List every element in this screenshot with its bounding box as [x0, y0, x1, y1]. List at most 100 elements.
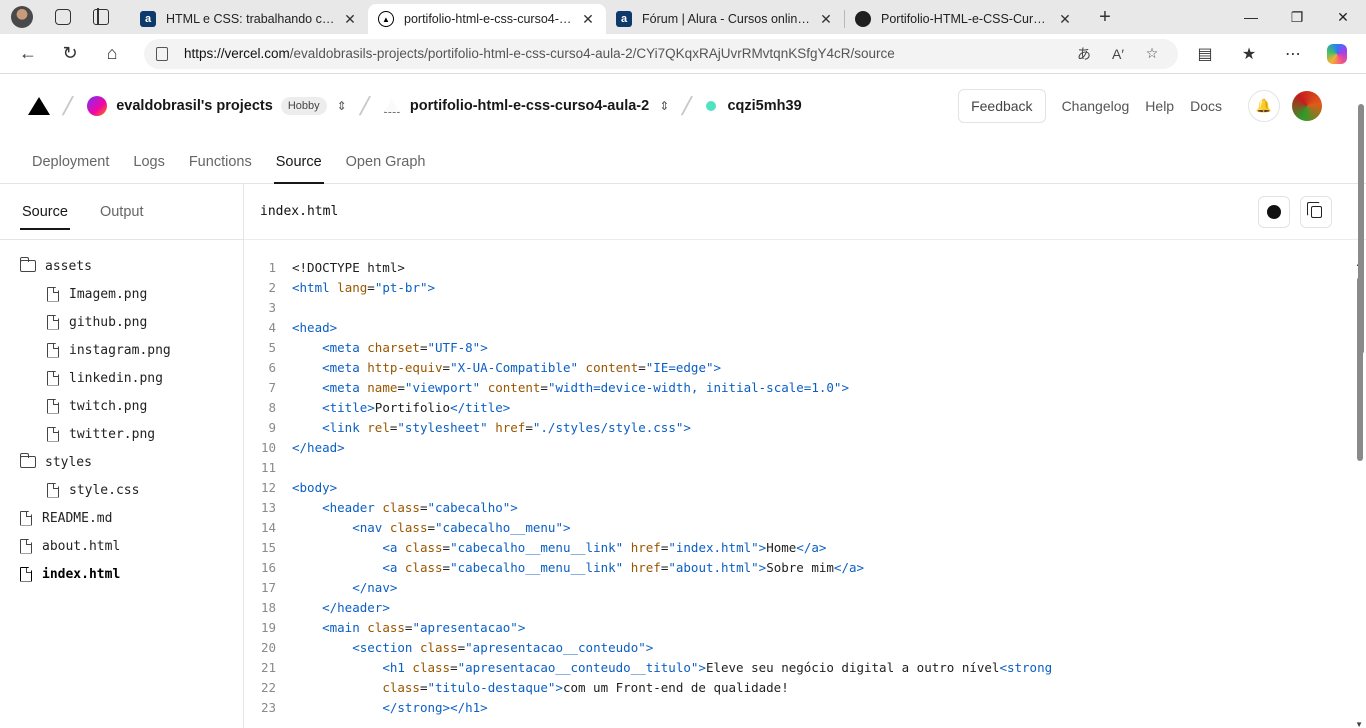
- team-name[interactable]: evaldobrasil's projects: [116, 98, 273, 114]
- page-scrollbar[interactable]: [1356, 94, 1364, 454]
- favorites-icon[interactable]: ★: [1232, 40, 1266, 68]
- team-switcher-chevron-icon[interactable]: ⇕: [337, 99, 347, 113]
- code-text: <nav class="cabecalho__menu">: [352, 519, 571, 535]
- file-icon: [47, 370, 59, 386]
- line-number: 6: [268, 359, 276, 375]
- browser-tabs: a HTML e CSS: trabalhando com res ✕ ▲ portif…: [130, 0, 1083, 34]
- close-window-button[interactable]: ✕: [1320, 0, 1366, 34]
- browser-left-controls: [0, 0, 130, 34]
- code-text: <meta name="viewport" content="width=dev…: [322, 379, 849, 395]
- tab-output[interactable]: Output: [100, 184, 144, 240]
- file-icon: [47, 426, 59, 442]
- browser-tab-bar: a HTML e CSS: trabalhando com res ✕ ▲ portif…: [0, 0, 1366, 34]
- line-number: 4: [268, 319, 276, 335]
- new-tab-button[interactable]: +: [1091, 6, 1119, 29]
- code-text: </strong></h1>: [382, 699, 488, 715]
- tree-item-label: style.css: [69, 482, 140, 498]
- tab-functions[interactable]: Functions: [177, 154, 264, 183]
- tree-file[interactable]: linkedin.png: [0, 364, 243, 392]
- browser-profile-avatar[interactable]: [11, 6, 33, 28]
- cast-icon[interactable]: ▤: [1188, 40, 1222, 68]
- changelog-link[interactable]: Changelog: [1062, 98, 1130, 114]
- vertical-tabs-icon[interactable]: [93, 8, 109, 25]
- read-aloud-icon[interactable]: A′: [1104, 46, 1132, 62]
- code-text: <head>: [292, 319, 338, 335]
- vercel-logo-icon[interactable]: [28, 97, 50, 115]
- page-scrollbar-thumb[interactable]: [1358, 104, 1364, 354]
- tree-file[interactable]: github.png: [0, 308, 243, 336]
- project-name[interactable]: portifolio-html-e-css-curso4-aula-2: [410, 98, 649, 114]
- deployment-id[interactable]: cqzi5mh39: [727, 98, 801, 114]
- restore-button[interactable]: ❐: [1274, 0, 1320, 34]
- tab-deployment[interactable]: Deployment: [20, 154, 121, 183]
- tab-logs[interactable]: Logs: [121, 154, 176, 183]
- code-text: <h1 class="apresentacao__conteudo__titul…: [382, 659, 1053, 675]
- workspaces-icon[interactable]: [55, 9, 71, 25]
- site-info-icon[interactable]: [156, 46, 168, 61]
- browser-tab[interactable]: ▲ portifolio-html-e-css-curso4-aula ✕: [368, 4, 606, 34]
- tree-item-label: styles: [45, 454, 92, 470]
- code-text: <header class="cabecalho">: [322, 499, 518, 515]
- tree-folder[interactable]: styles: [0, 448, 243, 476]
- alura-icon: a: [616, 11, 632, 27]
- browser-tab[interactable]: Portifolio-HTML-e-CSS-Curso4-au ✕: [845, 4, 1083, 34]
- close-tab-icon[interactable]: ✕: [580, 11, 596, 28]
- help-link[interactable]: Help: [1145, 98, 1174, 114]
- code-line: 12 <body>: [244, 477, 1366, 497]
- view-on-github-button[interactable]: [1258, 196, 1290, 228]
- tree-file[interactable]: instagram.png: [0, 336, 243, 364]
- code-text: </header>: [322, 599, 390, 615]
- tab-title: Portifolio-HTML-e-CSS-Curso4-au: [881, 12, 1051, 26]
- tree-file[interactable]: README.md: [0, 504, 243, 532]
- notifications-bell-icon[interactable]: 🔔: [1248, 90, 1280, 122]
- tree-item-label: index.html: [42, 566, 121, 582]
- feedback-button[interactable]: Feedback: [958, 89, 1046, 123]
- copilot-icon[interactable]: [1320, 40, 1354, 68]
- minimize-button[interactable]: —: [1228, 0, 1274, 34]
- tree-file[interactable]: Imagem.png: [0, 280, 243, 308]
- favorite-star-icon[interactable]: ☆: [1138, 45, 1166, 62]
- tree-file[interactable]: style.css: [0, 476, 243, 504]
- tab-title: Fórum | Alura - Cursos online de t: [642, 12, 812, 26]
- back-button[interactable]: ←: [14, 40, 42, 68]
- tab-source[interactable]: Source: [20, 184, 70, 240]
- code-text: class="titulo-destaque">com um Front-end…: [382, 679, 789, 695]
- reload-button[interactable]: ↻: [56, 40, 84, 68]
- copy-button[interactable]: [1300, 196, 1332, 228]
- docs-link[interactable]: Docs: [1190, 98, 1222, 114]
- tree-item-label: about.html: [42, 538, 121, 554]
- tree-file[interactable]: twitter.png: [0, 420, 243, 448]
- url-box[interactable]: https://vercel.com/evaldobrasils-project…: [144, 38, 1178, 69]
- project-switcher-chevron-icon[interactable]: ⇕: [659, 99, 669, 113]
- line-number: 18: [260, 599, 276, 615]
- home-button[interactable]: ⌂: [98, 40, 126, 68]
- scroll-down-arrow-icon[interactable]: ▼: [1355, 720, 1363, 728]
- main-area: Source Output assets Imagem.png github.png…: [0, 184, 1366, 728]
- file-icon: [47, 314, 59, 330]
- line-number: 15: [260, 539, 276, 555]
- browser-tab[interactable]: a HTML e CSS: trabalhando com res ✕: [130, 4, 368, 34]
- folder-icon: [19, 453, 36, 468]
- tree-file[interactable]: twitch.png: [0, 392, 243, 420]
- more-menu-icon[interactable]: ⋯: [1276, 40, 1310, 68]
- tree-folder[interactable]: assets: [0, 252, 243, 280]
- browser-tab[interactable]: a Fórum | Alura - Cursos online de t ✕: [606, 4, 844, 34]
- vercel-icon: ▲: [378, 11, 394, 27]
- tree-item-label: twitter.png: [69, 426, 156, 442]
- tab-source[interactable]: Source: [264, 154, 334, 184]
- tab-open-graph[interactable]: Open Graph: [334, 154, 438, 183]
- close-tab-icon[interactable]: ✕: [342, 11, 358, 28]
- alura-icon: a: [140, 11, 156, 27]
- translate-icon[interactable]: あ: [1070, 44, 1098, 64]
- tree-file[interactable]: index.html: [0, 560, 243, 588]
- tree-file[interactable]: about.html: [0, 532, 243, 560]
- file-title-bar: index.html: [244, 184, 1366, 240]
- code-view[interactable]: 1 <!DOCTYPE html> 2 <html lang="pt-br"> 3 4 <h…: [244, 240, 1366, 717]
- code-line: 3: [244, 297, 1366, 317]
- url-text[interactable]: https://vercel.com/evaldobrasils-project…: [184, 46, 1064, 61]
- close-tab-icon[interactable]: ✕: [1057, 11, 1073, 28]
- code-line: 7 <meta name="viewport" content="width=d…: [244, 377, 1366, 397]
- user-avatar[interactable]: [1292, 91, 1322, 121]
- close-tab-icon[interactable]: ✕: [818, 11, 834, 28]
- tree-item-label: instagram.png: [69, 342, 171, 358]
